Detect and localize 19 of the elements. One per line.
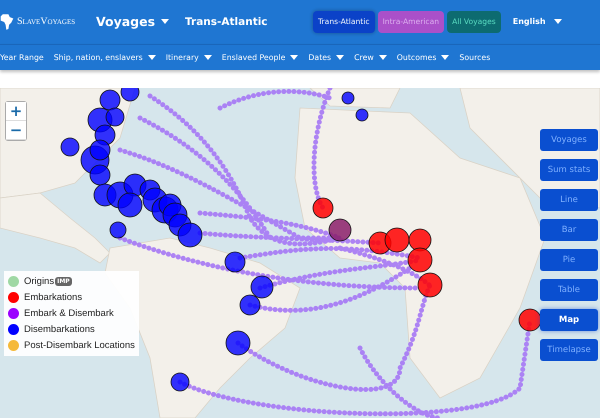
legend-label: Embarkations: [24, 292, 82, 303]
legend-label: Disembarkations: [24, 324, 95, 335]
view-button[interactable]: Table: [540, 279, 598, 301]
view-button[interactable]: Sum stats: [540, 159, 598, 181]
voyages-menu[interactable]: Voyages: [92, 14, 174, 30]
view-button[interactable]: Pie: [540, 249, 598, 271]
legend-label: Origins: [24, 276, 54, 287]
language-select[interactable]: English: [506, 16, 568, 28]
legend-label: Embark & Disembark: [24, 308, 114, 319]
page-title: Trans-Atlantic: [185, 16, 269, 28]
view-button[interactable]: Voyages: [540, 129, 598, 151]
legend-label: Post-Disembark Locations: [24, 340, 135, 351]
view-button[interactable]: Map: [540, 309, 598, 331]
view-button[interactable]: Line: [540, 189, 598, 211]
logo-text[interactable]: SlaveVoyages: [17, 16, 76, 28]
africa-logo-icon: [0, 12, 14, 31]
zoom-in-button[interactable]: +: [6, 102, 26, 121]
view-button[interactable]: Bar: [540, 219, 598, 241]
view-button[interactable]: Timelapse: [540, 339, 598, 361]
